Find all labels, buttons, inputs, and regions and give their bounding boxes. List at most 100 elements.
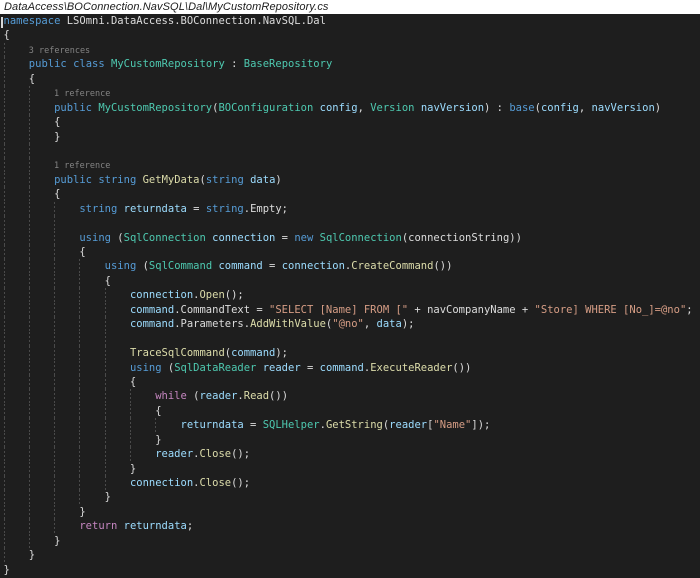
- code-token-var: command: [231, 347, 275, 359]
- indent-guide: [79, 346, 80, 360]
- code-token-meth: GetString: [326, 419, 383, 431]
- code-token-type: SqlCommand: [149, 260, 212, 272]
- indent-guide: [29, 433, 30, 447]
- code-token-pl: {: [4, 275, 111, 287]
- code-token-str: "Store] WHERE [No_]=@no": [535, 304, 687, 316]
- code-line: }: [0, 462, 700, 476]
- code-line: {: [0, 115, 700, 129]
- indent-guide: [79, 332, 80, 346]
- code-token-pl: ()): [269, 390, 288, 402]
- indent-guide: [4, 548, 5, 562]
- indent-guide: [29, 346, 30, 360]
- indent-guide: [130, 433, 131, 447]
- codelens-line: 1 reference: [0, 86, 700, 100]
- indent-guide: [105, 317, 106, 331]
- code-line: {: [0, 72, 700, 86]
- indent-guide: [4, 101, 5, 115]
- code-token-pl: ): [275, 174, 281, 186]
- code-token-pl: (: [162, 362, 175, 374]
- indent-guide: [105, 476, 106, 490]
- indent-guide: [54, 490, 55, 504]
- code-token-var: command: [130, 304, 174, 316]
- indent-guide: [105, 389, 106, 403]
- indent-guide: [4, 447, 5, 461]
- codelens-references-label[interactable]: 1 reference: [4, 161, 111, 171]
- code-token-pl: ): [655, 102, 661, 114]
- indent-guide: [105, 361, 106, 375]
- indent-guide: [79, 476, 80, 490]
- indent-guide: [4, 173, 5, 187]
- code-token-kw: public: [29, 58, 67, 70]
- indent-guide: [54, 245, 55, 259]
- indent-guide: [79, 361, 80, 375]
- code-token-ctrl: while: [155, 390, 187, 402]
- indent-guide: [29, 202, 30, 216]
- indent-guide: [4, 389, 5, 403]
- code-token-var: reader: [155, 448, 193, 460]
- code-token-pl: }: [4, 549, 36, 561]
- indent-guide: [4, 57, 5, 71]
- code-line: using (SqlConnection connection = new Sq…: [0, 231, 700, 245]
- indent-guide: [4, 404, 5, 418]
- indent-guide: [29, 505, 30, 519]
- code-token-str: "Name": [433, 419, 471, 431]
- indent-guide: [29, 245, 30, 259]
- indent-guide: [29, 101, 30, 115]
- indent-guide: [54, 389, 55, 403]
- code-token-pl: ();: [231, 477, 250, 489]
- indent-guide: [54, 447, 55, 461]
- code-line: {: [0, 375, 700, 389]
- code-token-pl: ()): [433, 260, 452, 272]
- indent-guide: [54, 274, 55, 288]
- code-token-pl: }: [4, 131, 61, 143]
- code-token-kw: string: [206, 203, 244, 215]
- indent-guide: [29, 418, 30, 432]
- code-token-pl: .Empty;: [244, 203, 288, 215]
- indent-guide: [29, 158, 30, 172]
- code-line: {: [0, 28, 700, 42]
- indent-guide: [29, 404, 30, 418]
- code-token-pl: }: [4, 535, 61, 547]
- indent-guide: [29, 375, 30, 389]
- codelens-references-label[interactable]: 3 references: [4, 46, 91, 56]
- code-area[interactable]: namespace LSOmni.DataAccess.BOConnection…: [0, 14, 700, 578]
- code-token-pl: [4, 477, 130, 489]
- code-line: }: [0, 433, 700, 447]
- code-editor[interactable]: namespace LSOmni.DataAccess.BOConnection…: [0, 14, 700, 578]
- indent-guide: [54, 505, 55, 519]
- code-line: }: [0, 548, 700, 562]
- indent-guide: [54, 346, 55, 360]
- code-token-pl: [4, 362, 130, 374]
- indent-guide: [4, 216, 5, 230]
- code-token-kw: using: [105, 260, 137, 272]
- code-token-pl: ;: [187, 520, 193, 532]
- indent-guide: [29, 274, 30, 288]
- code-token-kw: string: [79, 203, 117, 215]
- indent-guide: [54, 361, 55, 375]
- indent-guide: [29, 231, 30, 245]
- code-token-type: BaseRepository: [244, 58, 333, 70]
- code-token-kw: string: [206, 174, 244, 186]
- code-line: reader.Close();: [0, 447, 700, 461]
- codelens-references-label[interactable]: 1 reference: [4, 89, 111, 99]
- code-token-pl: [4, 203, 80, 215]
- code-token-var: navVersion: [421, 102, 484, 114]
- indent-guide: [4, 187, 5, 201]
- code-token-kw: new: [294, 232, 313, 244]
- code-token-kw: string: [98, 174, 136, 186]
- indent-guide: [54, 216, 55, 230]
- code-token-var: command: [218, 260, 262, 272]
- code-token-pl: ;: [686, 304, 692, 316]
- indent-guide: [4, 519, 5, 533]
- indent-guide: [79, 433, 80, 447]
- code-token-pl: ) :: [484, 102, 509, 114]
- indent-guide: [54, 202, 55, 216]
- code-token-pl: (: [111, 232, 124, 244]
- indent-guide: [79, 303, 80, 317]
- code-token-pl: =: [263, 260, 282, 272]
- indent-guide: [4, 43, 5, 57]
- code-line: }: [0, 563, 700, 577]
- indent-guide: [29, 144, 30, 158]
- indent-guide: [29, 332, 30, 346]
- code-line: }: [0, 130, 700, 144]
